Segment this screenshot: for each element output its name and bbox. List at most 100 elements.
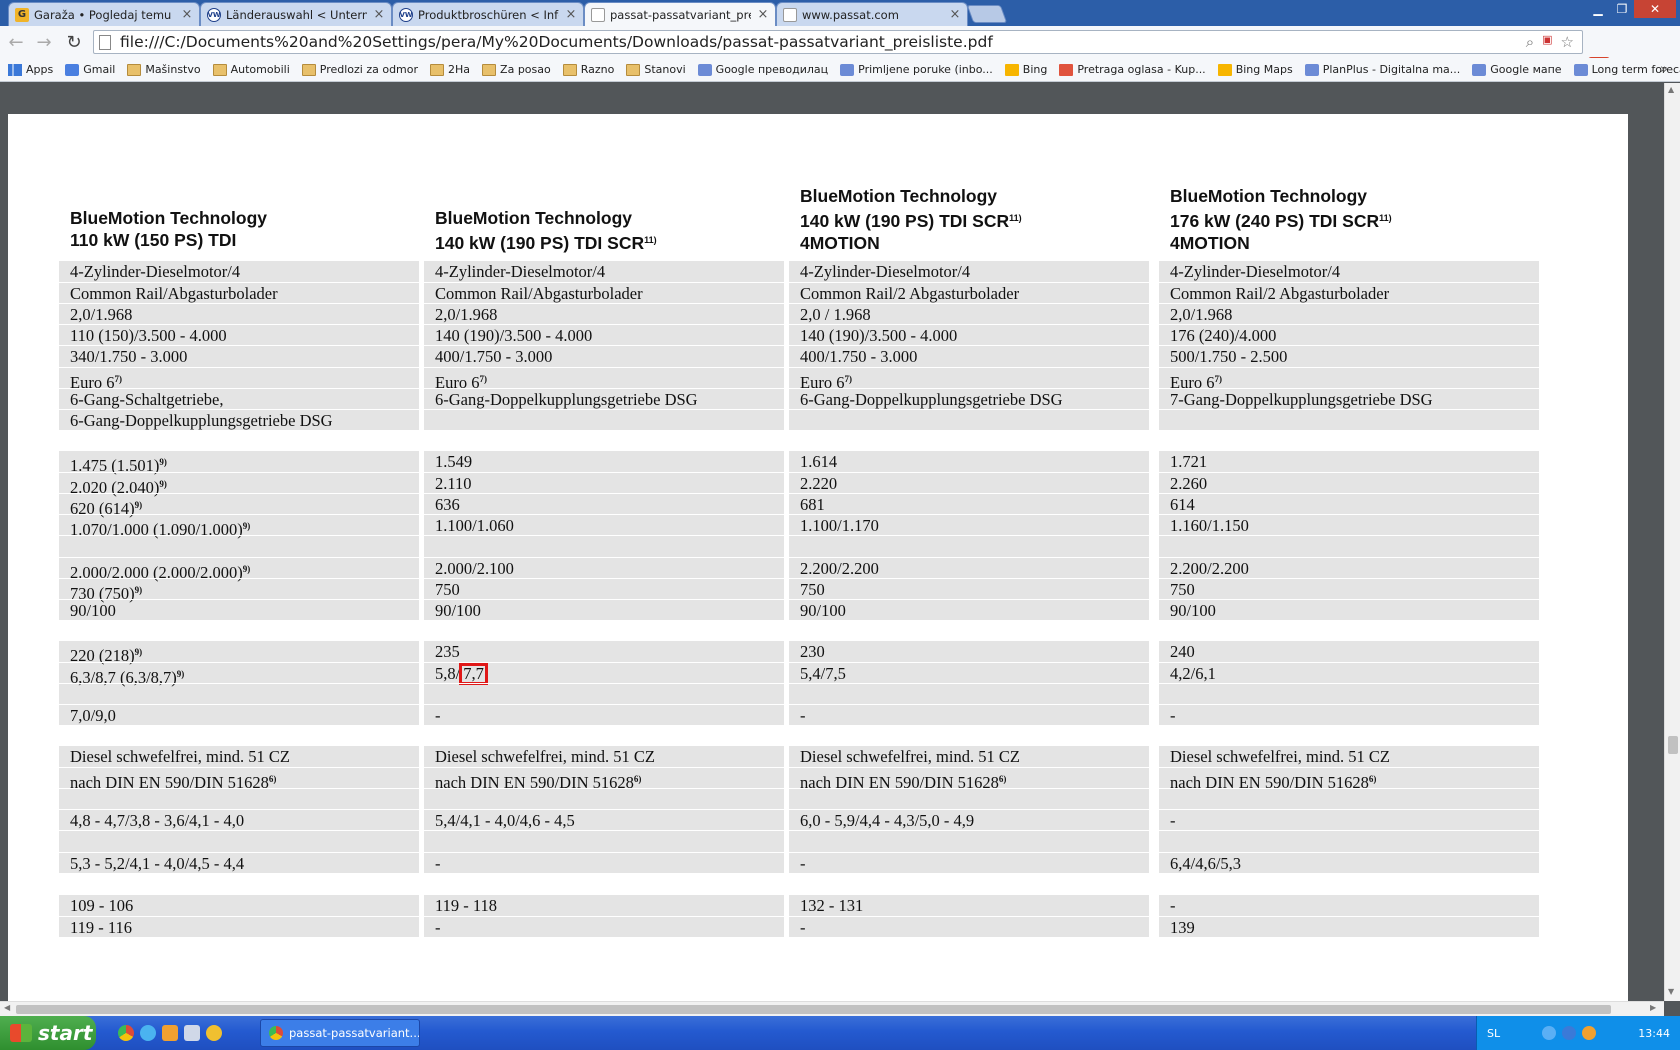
close-icon[interactable]: × — [757, 7, 769, 22]
header-text: BlueMotion Technology — [800, 186, 998, 206]
restore-icon[interactable]: ❐ — [1610, 0, 1634, 18]
tab-1[interactable]: VW Länderauswahl < Unternehm × — [200, 2, 392, 26]
spec-cell: 4-Zylinder-Dieselmotor/4 — [1170, 262, 1341, 281]
bookmark-item[interactable]: Razno — [562, 63, 614, 76]
spec-cell: 2.200/2.200 — [789, 556, 1149, 580]
spec-cell: 730 (750)9) — [59, 577, 419, 603]
bookmark-item[interactable]: Primljene poruke (inbo... — [840, 63, 993, 76]
tab-3[interactable]: passat-passatvariant_preisli × — [584, 2, 776, 26]
footnote-marker: 6) — [633, 774, 642, 785]
bookmark-item[interactable]: Predlozi za odmor — [301, 63, 418, 76]
spec-cell: Diesel schwefelfrei, mind. 51 CZ — [1170, 747, 1390, 766]
bookmarks-overflow-icon[interactable]: » — [1660, 62, 1668, 77]
tray-chevron-icon[interactable] — [1542, 1026, 1557, 1040]
spec-cell — [424, 535, 784, 558]
tab-2[interactable]: VW Produktbroschüren < Inform × — [392, 2, 584, 26]
folder-icon — [482, 63, 497, 76]
footnote-marker: 6) — [998, 774, 1007, 785]
bookmark-item[interactable]: Pretraga oglasa - Kup... — [1059, 63, 1206, 76]
spec-block: 1.549 2.110 636 1.100/1.060 2.000/2.100 750 90… — [424, 451, 784, 620]
spec-cell: 7,0/9,0 — [59, 704, 419, 727]
spec-cell: 340/1.750 - 3.000 — [59, 345, 419, 368]
bookmark-label: 2Ha — [448, 63, 471, 76]
bookmark-item[interactable]: Mašinstvo — [127, 63, 201, 76]
player-icon[interactable] — [206, 1025, 222, 1041]
spec-block: Diesel schwefelfrei, mind. 51 CZ nach DIN… — [1159, 746, 1539, 873]
start-button[interactable]: start — [0, 1016, 96, 1050]
bookmark-item[interactable]: 2Ha — [430, 63, 470, 76]
window-controls: ▁ ❐ ✕ — [1586, 0, 1676, 18]
spec-block: Diesel schwefelfrei, mind. 51 CZ nach DIN… — [59, 746, 419, 873]
url-text: file:///C:/Documents%20and%20Settings/pe… — [120, 33, 993, 51]
close-icon[interactable]: × — [565, 7, 577, 22]
horizontal-scrollbar[interactable]: ◀ ▶ — [0, 1001, 1664, 1016]
bookmark-item[interactable]: Stanovi — [626, 63, 686, 76]
bookmark-label: Apps — [26, 63, 54, 76]
pdf-icon[interactable]: ▣ — [1542, 33, 1552, 51]
spec-cell: 4-Zylinder-Dieselmotor/4 — [435, 262, 606, 281]
tab-4[interactable]: www.passat.com × — [776, 2, 968, 26]
bookmark-item[interactable]: Google мапе — [1472, 63, 1562, 76]
taskbar-item-pdf[interactable]: passat-passatvariant... — [260, 1019, 420, 1047]
scrollbar-thumb[interactable] — [16, 1005, 1611, 1014]
scroll-down-icon[interactable]: ▼ — [1668, 987, 1674, 996]
spec-cell: 235 — [435, 642, 460, 661]
bookmark-label: Google мапе — [1490, 63, 1562, 76]
scroll-right-icon[interactable]: ▶ — [1650, 1003, 1656, 1012]
vw-icon: VW — [399, 7, 413, 22]
header-text: BlueMotion Technology — [1170, 186, 1368, 206]
spec-cell: 400/1.750 - 3.000 — [424, 345, 784, 368]
close-icon[interactable]: × — [181, 7, 193, 22]
vertical-scrollbar[interactable]: ▲ ▼ — [1664, 83, 1680, 1001]
column-header: BlueMotion Technology 110 kW (150 PS) TDI — [70, 207, 267, 251]
spec-cell: 1.070/1.000 (1.090/1.000)9) — [59, 514, 419, 539]
bookmark-item[interactable]: PlanPlus - Digitalna ma... — [1304, 63, 1460, 76]
ie-icon[interactable] — [140, 1025, 156, 1041]
spec-cell: 240 — [1170, 642, 1195, 661]
bookmark-item[interactable]: Za posao — [482, 63, 551, 76]
window-close-icon[interactable]: ✕ — [1634, 0, 1676, 18]
new-tab-button[interactable] — [966, 5, 1008, 23]
footnote-marker: 9) — [134, 647, 143, 657]
scrollbar-thumb[interactable] — [1668, 736, 1678, 754]
chrome-icon[interactable] — [118, 1025, 134, 1041]
bookmark-item[interactable]: Google преводилац — [697, 63, 828, 76]
taskbar: start passat-passatvariant... SL 13:44 — [0, 1016, 1680, 1050]
scroll-up-icon[interactable]: ▲ — [1668, 85, 1674, 94]
spec-cell — [1159, 535, 1539, 558]
zoom-icon[interactable]: ⌕ — [1526, 33, 1534, 51]
mail-client-icon[interactable] — [162, 1025, 178, 1041]
bookmark-label: Gmail — [83, 63, 116, 76]
reload-icon[interactable]: ↻ — [62, 30, 86, 54]
bookmark-item[interactable]: Automobili — [212, 63, 290, 76]
star-icon[interactable]: ☆ — [1561, 33, 1574, 51]
spec-cell: 140 (190)/3.500 - 4.000 — [789, 324, 1149, 347]
footnote-marker: 9) — [134, 584, 143, 595]
forward-icon[interactable]: → — [32, 30, 56, 54]
spec-cell: 110 (150)/3.500 - 4.000 — [59, 324, 419, 347]
footnote-marker: 7) — [479, 373, 487, 384]
spec-cell: - — [1159, 704, 1539, 727]
spec-cell — [789, 788, 1149, 811]
tab-0[interactable]: G Garaža • Pogledaj temu - 20 × — [8, 2, 200, 26]
bing-icon — [1217, 63, 1232, 76]
scroll-left-icon[interactable]: ◀ — [4, 1003, 10, 1012]
bookmark-item[interactable]: Bing — [1004, 63, 1047, 76]
column-header-line: 4MOTION — [1170, 232, 1392, 254]
spec-cell: 176 (240)/4.000 — [1159, 324, 1539, 347]
bookmark-item[interactable]: Apps — [8, 63, 53, 76]
updates-icon[interactable] — [1582, 1026, 1597, 1040]
network-icon[interactable] — [1562, 1026, 1577, 1040]
minimize-icon[interactable]: ▁ — [1586, 0, 1610, 18]
bookmark-item[interactable]: Bing Maps — [1217, 63, 1293, 76]
language-indicator[interactable]: SL — [1487, 1027, 1500, 1040]
garaza-icon: G — [15, 7, 29, 22]
bookmark-item[interactable]: Gmail — [65, 63, 115, 76]
close-icon[interactable]: × — [949, 7, 961, 22]
close-icon[interactable]: × — [373, 7, 385, 22]
back-icon[interactable]: ← — [4, 30, 28, 54]
address-bar[interactable]: file:///C:/Documents%20and%20Settings/pe… — [93, 30, 1583, 54]
media-icon[interactable] — [184, 1025, 200, 1041]
column-header-line: 4MOTION — [800, 232, 1022, 254]
spec-cell: 1.549 — [435, 452, 473, 471]
